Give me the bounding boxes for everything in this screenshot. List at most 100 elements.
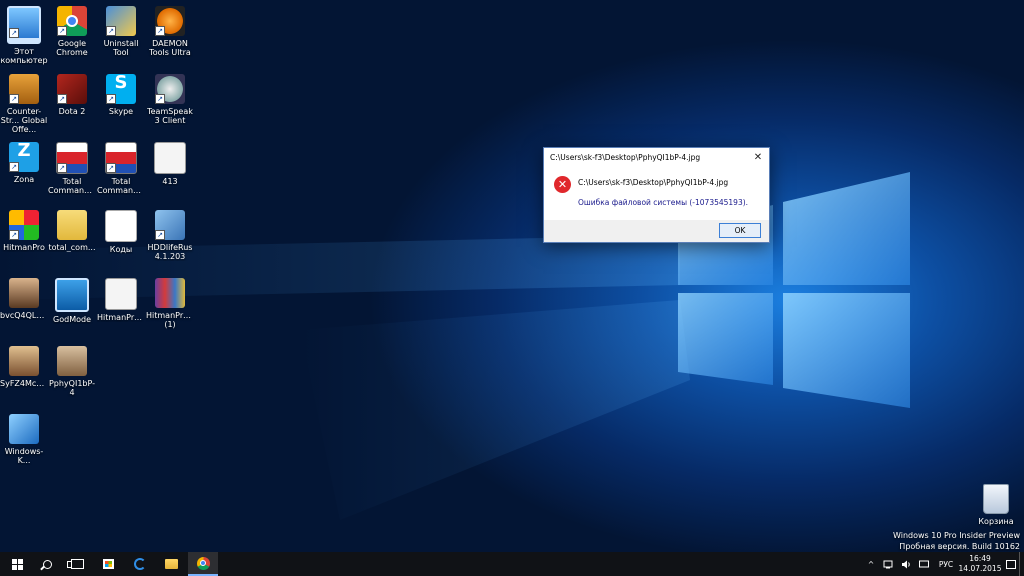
desktop-icon[interactable]: Коды	[97, 210, 145, 254]
image-file-icon	[9, 278, 39, 308]
file-explorer-icon	[164, 559, 178, 569]
shortcut-arrow-icon: ↗	[155, 26, 165, 36]
desktop-icon[interactable]: ↗ HitmanPro	[0, 210, 48, 252]
desktop-icon[interactable]: total_com...	[48, 210, 96, 252]
message-icon[interactable]	[916, 552, 932, 576]
desktop-icon-label: Этот компьютер	[0, 47, 48, 65]
desktop-icon-label: total_com...	[48, 243, 96, 252]
task-view-button[interactable]	[62, 552, 92, 576]
shortcut-arrow-icon: ↗	[106, 94, 116, 104]
chrome-icon	[196, 556, 210, 570]
desktop-icon-label: Dota 2	[58, 107, 86, 116]
clock-date: 14.07.2015	[958, 564, 1002, 573]
chrome-taskbar-button[interactable]	[188, 552, 218, 576]
store-button[interactable]	[93, 552, 123, 576]
desktop-icon[interactable]: Windows-K...	[0, 414, 48, 465]
desktop-icon-label: DAEMON Tools Ultra	[149, 39, 191, 57]
network-icon[interactable]	[880, 552, 896, 576]
recycle-bin[interactable]: Корзина	[972, 484, 1020, 526]
ok-button[interactable]: OK	[719, 223, 761, 238]
recycle-bin-label: Корзина	[978, 517, 1014, 526]
text-file-icon	[105, 210, 137, 242]
shortcut-arrow-icon: ↗	[9, 230, 19, 240]
folder-icon	[57, 210, 87, 240]
desktop-icon[interactable]: ↗ Counter-Str... Global Offe...	[0, 74, 48, 134]
system-tray: ^ РУС 16:49 14.07.2015	[864, 552, 1024, 576]
error-dialog: C:\Users\sk-f3\Desktop\PphyQI1bP-4.jpg ✕…	[543, 147, 770, 243]
desktop-icon-label: HitmanPro	[3, 243, 45, 252]
desktop-icon-label: HitmanPro.... (1)	[146, 311, 194, 329]
search-button[interactable]	[32, 552, 62, 576]
total-commander-icon: ↗	[56, 142, 88, 174]
desktop-icon[interactable]: ↗ Uninstall Tool	[97, 6, 145, 57]
desktop-icon[interactable]: HitmanPro.... (1)	[146, 278, 194, 329]
desktop-icon[interactable]: bvcQ4QLaTIg	[0, 278, 48, 320]
desktop-icon[interactable]: GodMode	[48, 278, 96, 324]
clock[interactable]: 16:49 14.07.2015	[958, 552, 1002, 576]
desktop-icon-label: SyFZ4Mc8...	[0, 379, 48, 388]
task-view-icon	[66, 559, 84, 569]
edge-button[interactable]	[125, 552, 155, 576]
desktop-icon[interactable]: ↗ DAEMON Tools Ultra	[146, 6, 194, 57]
winrar-icon	[155, 278, 185, 308]
start-button[interactable]	[2, 552, 32, 576]
shortcut-arrow-icon: ↗	[9, 28, 19, 38]
desktop-icon[interactable]: ↗ HDDlifeRus 4.1.203	[146, 210, 194, 261]
desktop-icon[interactable]: ↗ Total Command...	[48, 142, 96, 195]
desktop-icon[interactable]: PphyQI1bP-4	[48, 346, 96, 397]
desktop-icon[interactable]: ↗ Total Command...	[97, 142, 145, 195]
shortcut-arrow-icon: ↗	[106, 163, 116, 173]
dialog-titlebar[interactable]: C:\Users\sk-f3\Desktop\PphyQI1bP-4.jpg ✕	[544, 148, 769, 168]
taskbar: ^ РУС 16:49 14.07.2015	[0, 552, 1024, 576]
show-desktop-button[interactable]	[1019, 552, 1024, 576]
dialog-title: C:\Users\sk-f3\Desktop\PphyQI1bP-4.jpg	[550, 153, 701, 162]
desktop-icon[interactable]: ↗ TeamSpeak 3 Client	[146, 74, 194, 125]
desktop-icon-label: Zona	[13, 175, 35, 184]
csgo-icon: ↗	[9, 74, 39, 104]
close-icon[interactable]: ✕	[747, 148, 769, 168]
desktop-icon[interactable]: ↗ Zona	[0, 142, 48, 184]
file-explorer-button[interactable]	[156, 552, 186, 576]
start-icon	[11, 558, 23, 570]
watermark-line1: Windows 10 Pro Insider Preview	[892, 531, 1020, 540]
desktop-icon-label: HitmanPro....	[97, 313, 145, 322]
shortcut-arrow-icon: ↗	[106, 26, 116, 36]
desktop-icon[interactable]: ↗ Этот компьютер	[0, 6, 48, 65]
dota2-icon: ↗	[57, 74, 87, 104]
desktop-icon[interactable]: SyFZ4Mc8...	[0, 346, 48, 388]
shortcut-arrow-icon: ↗	[155, 94, 165, 104]
shortcut-arrow-icon: ↗	[57, 163, 67, 173]
desktop-icon-label: bvcQ4QLaTIg	[0, 311, 48, 320]
chrome-icon: ↗	[57, 6, 87, 36]
desktop-icon-label: Google Chrome	[56, 39, 88, 57]
desktop-icon[interactable]: HitmanPro....	[97, 278, 145, 322]
recycle-bin-icon	[983, 484, 1009, 514]
hitmanpro-icon: ↗	[9, 210, 39, 240]
clock-time: 16:49	[969, 554, 991, 563]
volume-icon[interactable]	[898, 552, 914, 576]
tray-chevron-icon[interactable]: ^	[864, 552, 878, 576]
dialog-error-text: Ошибка файловой системы (-1073545193).	[578, 198, 749, 207]
store-icon	[102, 559, 114, 569]
desktop-icon-label: Windows-K...	[4, 447, 44, 465]
dialog-path-text: C:\Users\sk-f3\Desktop\PphyQI1bP-4.jpg	[578, 178, 729, 187]
desktop-icon[interactable]: ↗ Skype	[97, 74, 145, 116]
shortcut-arrow-icon: ↗	[57, 94, 67, 104]
desktop-icon[interactable]: ↗ Google Chrome	[48, 6, 96, 57]
desktop-icon-label: 413	[162, 177, 178, 186]
computer-icon: ↗	[7, 6, 41, 44]
desktop-icon[interactable]: 413	[146, 142, 194, 186]
shortcut-arrow-icon: ↗	[57, 26, 67, 36]
desktop-icon-label: Counter-Str... Global Offe...	[0, 107, 48, 134]
language-indicator[interactable]: РУС	[936, 552, 956, 576]
desktop-icon[interactable]: ↗ Dota 2	[48, 74, 96, 116]
document-icon	[154, 142, 186, 174]
windows-kit-icon	[9, 414, 39, 444]
desktop-icon-label: Коды	[109, 245, 133, 254]
action-center-button[interactable]	[1004, 552, 1018, 576]
desktop-icon-label: Uninstall Tool	[103, 39, 139, 57]
dialog-footer: OK	[544, 220, 769, 242]
desktop-icon-label: Total Command...	[97, 177, 145, 195]
zona-icon: ↗	[9, 142, 39, 172]
watermark-line2: Пробная версия. Build 10162	[899, 542, 1020, 551]
